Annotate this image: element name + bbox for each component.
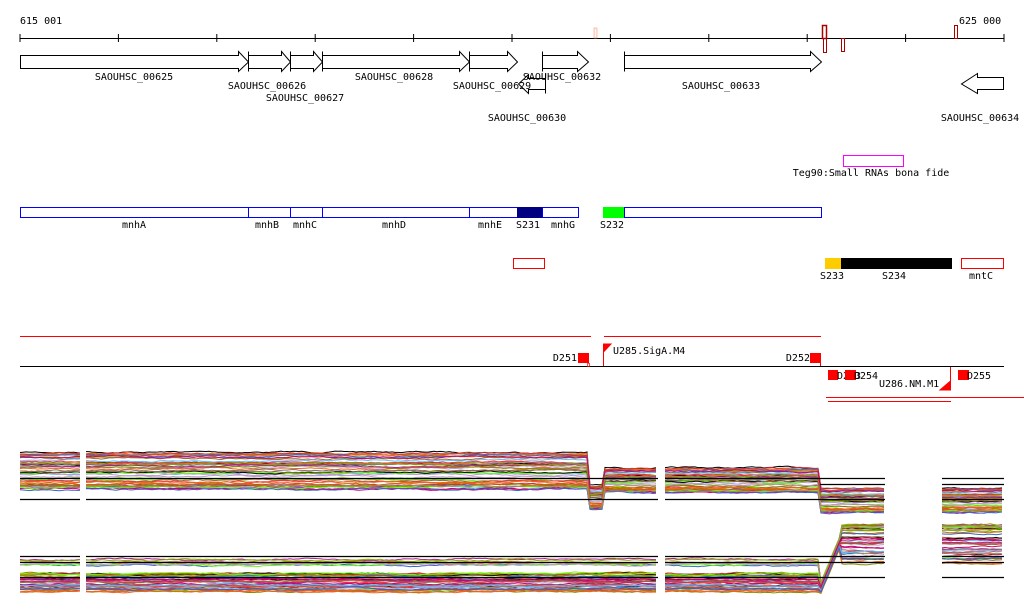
data-gap [658, 445, 665, 595]
segment-S232[interactable] [603, 207, 624, 218]
expression-series-line [664, 545, 885, 592]
promoter-label[interactable]: D252 [786, 353, 810, 364]
expression-series-line [941, 531, 1003, 534]
expression-series-line [942, 550, 1003, 554]
gene-label[interactable]: SAOUHSC_00633 [682, 81, 760, 92]
gene-label[interactable]: SAOUHSC_00628 [355, 72, 433, 83]
segment-mnhE[interactable] [469, 207, 518, 218]
segment-label: S231 [516, 220, 540, 231]
expression-series-line [664, 546, 885, 591]
feature-red-box[interactable] [513, 258, 545, 269]
expression-series-line [19, 467, 81, 470]
marker-variant[interactable] [821, 24, 828, 40]
marker-variant[interactable] [841, 38, 845, 52]
segment-label: mnhB [255, 220, 279, 231]
promoter-flag-U286[interactable] [938, 367, 951, 391]
expression-series-line [85, 486, 657, 510]
srna-feature[interactable] [843, 155, 904, 167]
gene-label[interactable]: SAOUHSC_00630 [488, 113, 566, 124]
genome-browser: 615 001 625 000 SAOUHSC_00625 SAOUHSC_00… [19, 16, 1024, 595]
marker-pale[interactable] [593, 27, 598, 39]
segment-mnhC[interactable] [290, 207, 323, 218]
gene-arrow-00628[interactable] [322, 50, 471, 73]
segment-S232-ext[interactable] [624, 207, 822, 218]
gene-arrow-00626[interactable] [248, 50, 292, 73]
marker-variant[interactable] [954, 25, 958, 39]
segment-S231[interactable] [517, 207, 542, 218]
terminator-D251[interactable] [578, 353, 589, 363]
segment-S233[interactable] [825, 258, 841, 269]
gene-label[interactable]: SAOUHSC_00627 [266, 93, 344, 104]
ruler-start-label: 615 001 [20, 16, 62, 27]
expression-profiles [19, 445, 1004, 595]
gene-label[interactable]: SAOUHSC_00634 [941, 113, 1019, 124]
promoter-label[interactable]: U286.NM.M1 [879, 379, 939, 390]
gene-arrow-00633[interactable] [624, 50, 823, 73]
promoter-label[interactable]: U285.SigA.M4 [613, 346, 685, 357]
segment-label: mntC [969, 271, 993, 282]
ruler: 615 001 625 000 [19, 16, 1005, 53]
data-gap [80, 445, 86, 595]
segment-mnhG[interactable] [542, 207, 579, 218]
gene-arrow-00627[interactable] [290, 50, 324, 73]
marker-variant[interactable] [823, 38, 827, 53]
gene-arrow-00625[interactable] [20, 50, 250, 73]
promoter-track: D251 U285.SigA.M4 D252 D253 D254 U286.NM… [20, 336, 1024, 402]
promoter-label[interactable]: D255 [967, 371, 991, 382]
segment-labels: mnhA mnhB mnhC mnhD mnhE S231 mnhG S232 [122, 220, 624, 231]
terminator-D252[interactable] [810, 353, 821, 363]
segment-S234[interactable] [841, 258, 952, 269]
promoter-flag-U285[interactable] [603, 343, 613, 366]
gene-label[interactable]: SAOUHSC_00629 [453, 81, 531, 92]
segment-mnhB[interactable] [248, 207, 291, 218]
gene-labels: SAOUHSC_00625 SAOUHSC_00626 SAOUHSC_0062… [95, 72, 1019, 124]
expression-series-line [85, 486, 657, 509]
segment-label: S234 [882, 271, 906, 282]
segment-mnhA[interactable] [20, 207, 249, 218]
promoter-label[interactable]: D254 [854, 371, 878, 382]
gene-arrow-00629[interactable] [469, 50, 519, 73]
expression-series-line [941, 499, 1003, 503]
promoter-label[interactable]: D251 [553, 353, 577, 364]
expression-series-line [20, 460, 81, 463]
segment-label: mnhE [478, 220, 502, 231]
expression-series-line [20, 458, 81, 462]
segment-label: S233 [820, 271, 844, 282]
gene-label[interactable]: SAOUHSC_00625 [95, 72, 173, 83]
segment-label: mnhA [122, 220, 146, 231]
segment-label: S232 [600, 220, 624, 231]
segment-label: mnhD [382, 220, 406, 231]
segment-mnhD[interactable] [322, 207, 470, 218]
gene-label[interactable]: SAOUHSC_00632 [523, 72, 601, 83]
gene-arrow-00632[interactable] [542, 50, 590, 73]
segment-label: mnhG [551, 220, 575, 231]
srna-label[interactable]: Teg90:Small RNAs bona fide [793, 168, 950, 179]
expression-series-line [941, 532, 1003, 536]
segment-mntC[interactable] [961, 258, 1004, 269]
expression-series-line [19, 489, 80, 492]
segment-label: mnhC [293, 220, 317, 231]
gene-label[interactable]: SAOUHSC_00626 [228, 81, 306, 92]
expression-series-line [941, 545, 1003, 549]
gene-arrow-00634[interactable] [960, 72, 1004, 95]
expression-series-line [19, 476, 81, 479]
segment-track [20, 207, 822, 218]
ruler-end-label: 625 000 [959, 16, 1001, 27]
expression-series-line [941, 541, 1003, 544]
